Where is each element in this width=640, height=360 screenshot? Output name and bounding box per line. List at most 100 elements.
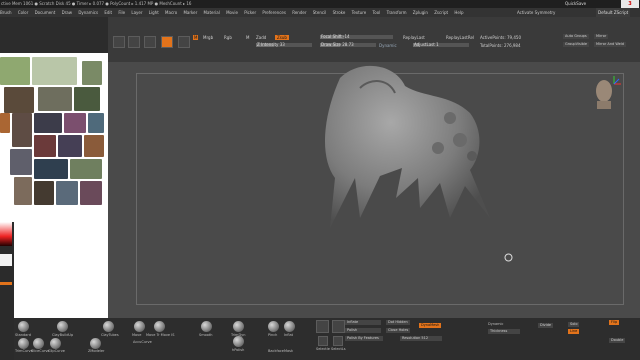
mirror-and-weld-button[interactable]: Mirror And Weld xyxy=(594,42,626,47)
menu-item-macro[interactable]: Macro xyxy=(165,10,177,15)
backface-mask-label[interactable]: BackfaceMask xyxy=(268,349,293,353)
reference-thumb-9[interactable] xyxy=(34,113,62,133)
select-lasso-small-icon[interactable] xyxy=(333,336,343,346)
reference-thumb-17[interactable] xyxy=(70,159,102,179)
group-visible-button[interactable]: GroupVisible xyxy=(563,42,590,47)
menu-item-movie[interactable]: Movie xyxy=(226,10,238,15)
replay-last-button[interactable]: ReplayLast xyxy=(403,35,425,40)
zsub-button[interactable]: Zsub xyxy=(275,35,289,40)
sculpt-model[interactable] xyxy=(300,58,510,248)
slicecurve-icon[interactable] xyxy=(33,338,44,349)
menu-item-edit[interactable]: Edit xyxy=(104,10,112,15)
adjust-last-slider[interactable]: AdjustLast 1 xyxy=(413,43,469,47)
edit-icon[interactable] xyxy=(113,36,125,48)
menu-item-layer[interactable]: Layer xyxy=(131,10,142,15)
clipcurve-icon[interactable] xyxy=(50,338,61,349)
rotate-icon[interactable] xyxy=(178,36,190,48)
pinch-brush-icon[interactable] xyxy=(268,321,279,332)
mrgb-button[interactable]: Mrgb xyxy=(203,35,213,40)
polish-by-features-slider[interactable]: Polish By Features xyxy=(345,336,383,341)
reference-thumb-18[interactable] xyxy=(14,177,32,205)
reference-thumb-12[interactable] xyxy=(34,135,56,157)
reference-thumb-19[interactable] xyxy=(34,181,54,205)
main-color-swatch[interactable] xyxy=(0,254,12,266)
scale-icon[interactable] xyxy=(161,36,173,48)
reference-thumb-16[interactable] xyxy=(34,159,68,179)
quicksave-button[interactable]: QuickSave xyxy=(565,0,586,8)
menu-item-tool[interactable]: Tool xyxy=(373,10,381,15)
menu-item-brush[interactable]: Brush xyxy=(0,10,12,15)
menu-item-picker[interactable]: Picker xyxy=(244,10,256,15)
reference-thumb-4[interactable] xyxy=(4,87,34,113)
menu-item-transform[interactable]: Transform xyxy=(387,10,407,15)
close-holes-button[interactable]: Close Holes xyxy=(386,328,411,333)
mirror-button[interactable]: Mirror xyxy=(594,34,609,39)
hpolish-brush-icon[interactable] xyxy=(233,336,244,347)
draw-size-slider[interactable]: Draw Size 28.73 xyxy=(320,43,376,47)
move-icon[interactable] xyxy=(144,36,156,48)
solo-button[interactable]: Solo xyxy=(568,322,580,327)
reference-thumb-8[interactable] xyxy=(12,113,32,147)
thickness-slider[interactable]: Thickness xyxy=(488,329,520,334)
select-lasso-icon[interactable] xyxy=(332,320,345,333)
reference-thumb-2[interactable] xyxy=(32,57,77,85)
menu-item-preferences[interactable]: Preferences xyxy=(262,10,286,15)
select-rect-icon[interactable] xyxy=(316,320,329,333)
reference-thumb-6[interactable] xyxy=(74,87,100,111)
claytubes-brush-icon[interactable] xyxy=(103,321,114,332)
menu-item-draw[interactable]: Draw xyxy=(62,10,72,15)
standard-brush-icon[interactable] xyxy=(18,321,29,332)
accucurve-label[interactable]: AccuCurve xyxy=(133,340,152,344)
rgb-button[interactable]: Rgb xyxy=(224,35,232,40)
zmodeler-brush-icon[interactable] xyxy=(90,338,101,349)
reference-thumb-14[interactable] xyxy=(84,135,104,157)
auto-groups-button[interactable]: Auto Groups xyxy=(563,34,589,39)
default-zscript-button[interactable]: Default ZScript xyxy=(596,8,631,17)
menu-item-marker[interactable]: Marker xyxy=(183,10,197,15)
reference-thumb-20[interactable] xyxy=(56,181,78,205)
menu-item-stroke[interactable]: Stroke xyxy=(333,10,346,15)
focal-shift-slider[interactable]: Focal Shift -14 xyxy=(320,35,393,39)
menu-item-material[interactable]: Material xyxy=(204,10,220,15)
menu-item-zscript[interactable]: Zscript xyxy=(434,10,448,15)
menu-item-render[interactable]: Render xyxy=(292,10,306,15)
move-brush-icon[interactable] xyxy=(134,321,145,332)
menu-item-texture[interactable]: Texture xyxy=(352,10,367,15)
menu-item-document[interactable]: Document xyxy=(35,10,56,15)
reference-thumb-3[interactable] xyxy=(82,61,102,85)
dynamesh-button[interactable]: DynaMesh xyxy=(419,323,442,328)
replay-last-rel-button[interactable]: ReplayLastRel xyxy=(446,35,474,40)
z-intensity-slider[interactable]: Z Intensity 33 xyxy=(256,43,312,47)
select-rect-small-icon[interactable] xyxy=(318,336,328,346)
flip-toggle[interactable]: Flip xyxy=(609,320,620,325)
menu-item-dynamics[interactable]: Dynamics xyxy=(78,10,98,15)
menu-item-file[interactable]: File xyxy=(118,10,125,15)
trimcurve-icon[interactable] xyxy=(18,338,29,349)
reference-thumb-13[interactable] xyxy=(58,135,82,157)
resolution-slider[interactable]: Resolution 512 xyxy=(400,336,442,341)
reference-thumb-10[interactable] xyxy=(64,113,86,133)
menu-item-color[interactable]: Color xyxy=(18,10,28,15)
zadd-button[interactable]: Zadd xyxy=(256,35,266,40)
move-infinite-brush-icon[interactable] xyxy=(154,321,165,332)
trimdynamic-brush-icon[interactable] xyxy=(233,321,244,332)
dot-hidden-button[interactable]: Dot Hidden xyxy=(386,320,410,325)
inflat-brush-icon[interactable] xyxy=(284,321,295,332)
reference-thumb-11[interactable] xyxy=(88,113,104,133)
reference-thumb-7[interactable] xyxy=(0,113,10,133)
dynamic-subdiv-label[interactable]: Dynamic xyxy=(488,322,503,326)
menu-item-light[interactable]: Light xyxy=(149,10,159,15)
reference-thumb-1[interactable] xyxy=(0,57,30,85)
inflate-slider[interactable]: Inflate xyxy=(345,320,381,325)
menu-item-help[interactable]: Help xyxy=(454,10,463,15)
reference-thumb-15[interactable] xyxy=(10,149,32,175)
claybuildup-brush-icon[interactable] xyxy=(57,321,68,332)
double-button[interactable]: Double xyxy=(609,338,626,343)
navigation-head-icon[interactable] xyxy=(592,74,622,112)
dynamic-toggle[interactable]: Dynamic xyxy=(379,43,397,48)
menu-item-stencil[interactable]: Stencil xyxy=(313,10,327,15)
polish-slider[interactable]: Polish xyxy=(345,328,381,333)
activate-symmetry-label[interactable]: Activate Symmetry xyxy=(517,8,555,17)
divide-button[interactable]: Divide xyxy=(538,323,554,328)
m-button[interactable]: M xyxy=(193,35,199,40)
